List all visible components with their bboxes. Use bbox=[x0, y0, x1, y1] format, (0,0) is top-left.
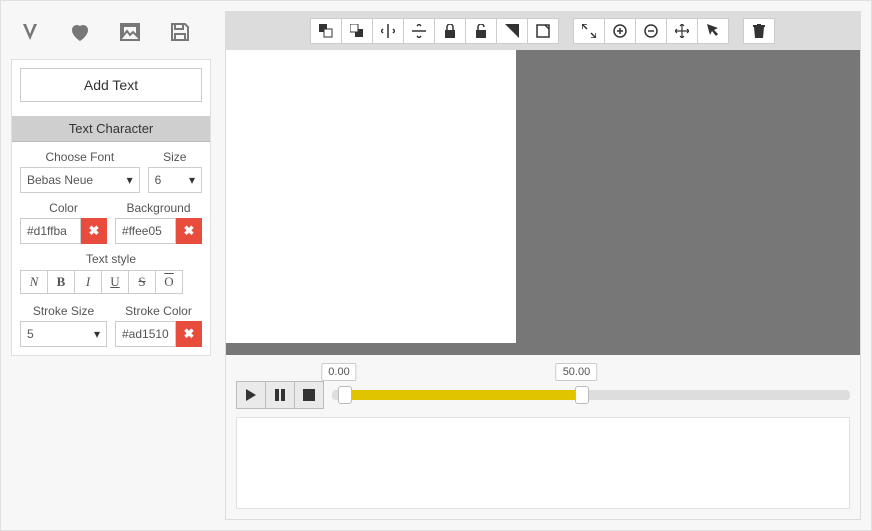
editor-area: 0.00 50.00 bbox=[225, 11, 861, 520]
text-style-group: N B I U S O bbox=[20, 270, 202, 294]
fullscreen-button[interactable] bbox=[573, 18, 605, 44]
style-normal-button[interactable]: N bbox=[20, 270, 48, 294]
style-italic-button[interactable]: I bbox=[74, 270, 102, 294]
close-icon: ✖ bbox=[184, 326, 195, 342]
select-tool-button[interactable] bbox=[697, 18, 729, 44]
stop-button[interactable] bbox=[294, 381, 324, 409]
bg-input[interactable]: #ffee05 bbox=[115, 218, 176, 244]
stroke-color-label: Stroke Color bbox=[115, 304, 202, 318]
stroke-size-label: Stroke Size bbox=[20, 304, 107, 318]
text-panel: Add Text Text Character Choose Font Beba… bbox=[11, 59, 211, 356]
slider-start-label: 0.00 bbox=[321, 363, 356, 381]
canvas-area[interactable] bbox=[226, 12, 860, 355]
flip-v-button[interactable] bbox=[527, 18, 559, 44]
stroke-size-select[interactable]: 5 bbox=[20, 321, 107, 347]
clear-stroke-color-button[interactable]: ✖ bbox=[176, 321, 202, 347]
center-h-button[interactable] bbox=[372, 18, 404, 44]
text-tool-icon[interactable] bbox=[17, 19, 43, 45]
style-overline-button[interactable]: O bbox=[155, 270, 183, 294]
flip-h-button[interactable] bbox=[496, 18, 528, 44]
style-bold-button[interactable]: B bbox=[47, 270, 75, 294]
stroke-color-input[interactable]: #ad1510 bbox=[115, 321, 176, 347]
zoom-in-button[interactable] bbox=[604, 18, 636, 44]
move-tool-button[interactable] bbox=[666, 18, 698, 44]
center-v-button[interactable] bbox=[403, 18, 435, 44]
image-tool-icon[interactable] bbox=[117, 19, 143, 45]
lock-button[interactable] bbox=[434, 18, 466, 44]
font-select[interactable]: Bebas Neue bbox=[20, 167, 140, 193]
bring-front-button[interactable] bbox=[310, 18, 342, 44]
delete-button[interactable] bbox=[743, 18, 775, 44]
canvas-page[interactable] bbox=[226, 50, 516, 343]
timeline-slider[interactable]: 0.00 50.00 bbox=[332, 390, 850, 400]
style-strike-button[interactable]: S bbox=[128, 270, 156, 294]
close-icon: ✖ bbox=[184, 223, 195, 239]
canvas-toolbar bbox=[226, 12, 860, 50]
slider-start-handle[interactable]: 0.00 bbox=[338, 386, 352, 404]
play-button[interactable] bbox=[236, 381, 266, 409]
style-underline-button[interactable]: U bbox=[101, 270, 129, 294]
save-icon[interactable] bbox=[167, 19, 193, 45]
size-label: Size bbox=[148, 150, 202, 164]
slider-end-label: 50.00 bbox=[556, 363, 598, 381]
pause-button[interactable] bbox=[265, 381, 295, 409]
add-text-button[interactable]: Add Text bbox=[20, 68, 202, 102]
font-label: Choose Font bbox=[20, 150, 140, 164]
layers-panel[interactable] bbox=[236, 417, 850, 509]
clear-bg-button[interactable]: ✖ bbox=[176, 218, 202, 244]
timeline: 0.00 50.00 bbox=[226, 355, 860, 417]
unlock-button[interactable] bbox=[465, 18, 497, 44]
zoom-out-button[interactable] bbox=[635, 18, 667, 44]
send-back-button[interactable] bbox=[341, 18, 373, 44]
clear-color-button[interactable]: ✖ bbox=[81, 218, 107, 244]
size-select[interactable]: 6 bbox=[148, 167, 202, 193]
style-label: Text style bbox=[20, 252, 202, 266]
shape-heart-icon[interactable] bbox=[67, 19, 93, 45]
section-title: Text Character bbox=[12, 116, 210, 142]
bg-label: Background bbox=[115, 201, 202, 215]
slider-fill bbox=[342, 390, 585, 400]
color-input[interactable]: #d1ffba bbox=[20, 218, 81, 244]
color-label: Color bbox=[20, 201, 107, 215]
left-tool-tabs bbox=[11, 11, 211, 59]
close-icon: ✖ bbox=[89, 223, 100, 239]
slider-end-handle[interactable]: 50.00 bbox=[575, 386, 589, 404]
